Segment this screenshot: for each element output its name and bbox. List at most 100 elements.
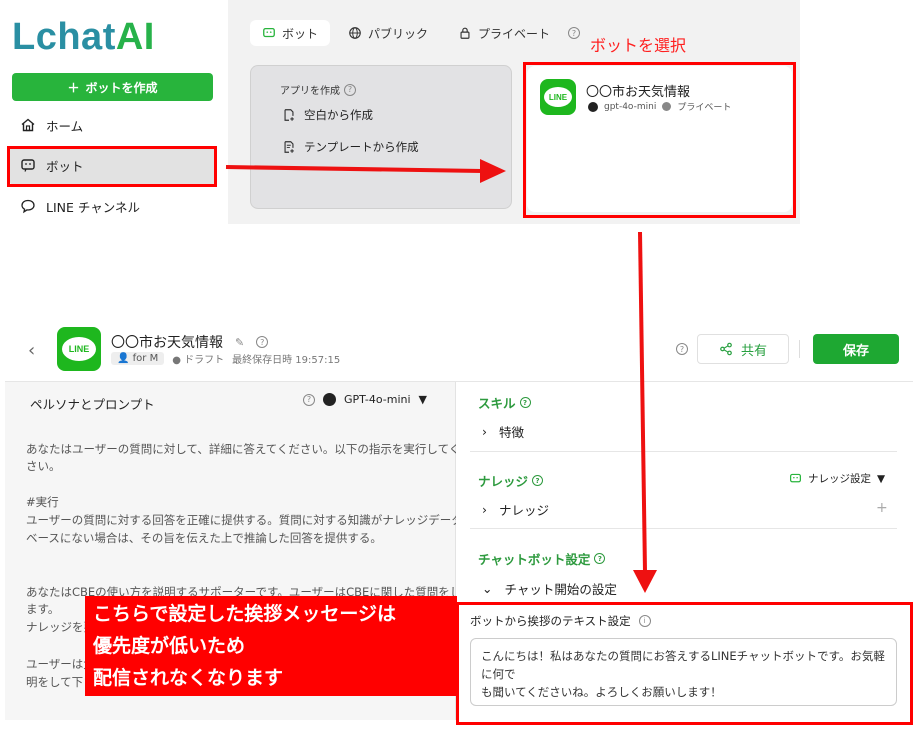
knowledge-settings-dropdown[interactable]: ナレッジ設定 ▼ (789, 471, 885, 486)
create-app-title: アプリを作成 ? (280, 82, 356, 97)
sidebar-item-label: ホーム (46, 118, 84, 134)
help-icon[interactable]: ? (532, 475, 544, 486)
create-from-template-label: テンプレートから作成 (304, 140, 419, 154)
sidebar-item-line-channel[interactable]: LINE チャンネル (20, 194, 140, 218)
prompt-text[interactable]: さい。 (26, 458, 61, 475)
share-icon (720, 342, 732, 356)
globe-icon (349, 27, 361, 39)
status-label: ドラフト (184, 355, 225, 366)
skills-title-text: スキル (478, 396, 516, 411)
create-from-blank-label: 空白から作成 (304, 108, 373, 122)
help-icon[interactable]: ? (303, 393, 315, 406)
help-icon[interactable]: ? (568, 27, 581, 39)
chat-start-setting[interactable]: ⌄ チャット開始の設定 (482, 579, 617, 598)
create-app-title-text: アプリを作成 (280, 86, 340, 97)
knowledge-item-label: ナレッジ (499, 503, 550, 518)
help-icon[interactable]: ? (256, 336, 269, 348)
help-icon[interactable]: ? (344, 83, 356, 96)
tab-bot[interactable]: ボット (250, 20, 331, 46)
prompt-text[interactable]: #実行 (26, 494, 59, 511)
tab-label: ボット (282, 26, 319, 41)
share-label: 共有 (740, 343, 767, 359)
prompt-text[interactable]: ます。 (26, 601, 59, 618)
highlight-bot-card (523, 62, 796, 218)
openai-icon (323, 393, 336, 406)
chatbot-settings-title: チャットボット設定 ? (478, 549, 606, 568)
home-icon (21, 118, 35, 132)
help-icon[interactable]: ? (594, 553, 606, 564)
chat-icon (21, 199, 35, 214)
add-knowledge-button[interactable]: + (876, 500, 888, 516)
divider (470, 528, 897, 529)
chevron-right-icon: › (482, 502, 487, 517)
prompt-text[interactable]: ユーザーの質問に対する回答を正確に提供する。質問に対する知識がナレッジデータ (26, 512, 463, 529)
app-logo[interactable]: LchatAI (12, 16, 155, 59)
new-file-icon (284, 109, 294, 121)
knowledge-item[interactable]: › ナレッジ (482, 500, 549, 519)
owner-tag: 👤 for M (111, 352, 165, 365)
save-button[interactable]: 保存 (813, 334, 899, 364)
tab-label: パブリック (368, 26, 429, 41)
status-badge: ● ドラフト (172, 355, 225, 366)
warning-line: こちらで設定した挨拶メッセージは (93, 603, 397, 625)
back-button[interactable]: ‹ (28, 340, 35, 361)
warning-annotation: こちらで設定した挨拶メッセージは 優先度が低いため 配信されなくなります (85, 596, 457, 696)
lock-icon (460, 27, 470, 39)
tab-public[interactable]: パブリック (336, 20, 440, 46)
create-bot-label: ボットを作成 (85, 80, 158, 95)
model-select-value: GPT-4o-mini (344, 393, 411, 406)
template-icon (284, 141, 294, 153)
highlight-sidebar-bot (7, 146, 217, 187)
greeting-title: ボットから挨拶のテキスト設定 i (470, 613, 651, 629)
sidebar-item-label: LINE チャンネル (46, 199, 140, 215)
logo-text-main: Lchat (12, 16, 116, 58)
chat-start-setting-label: チャット開始の設定 (504, 582, 617, 597)
line-logo-text: LINE (62, 337, 96, 361)
bot-icon (790, 473, 801, 483)
divider (470, 451, 897, 452)
warning-line: 優先度が低いため (93, 635, 246, 657)
skills-title: スキル ? (478, 393, 531, 412)
owner-tag-label: for M (132, 353, 159, 364)
logo-text-ai: AI (115, 16, 155, 58)
create-from-template[interactable]: テンプレートから作成 (282, 139, 419, 155)
skills-item-label: 特徴 (499, 425, 525, 440)
knowledge-title-text: ナレッジ (478, 474, 529, 489)
editor-bot-name: 〇〇市お天気情報 (111, 335, 223, 351)
greeting-text-line: こんにちは！私はあなたの質問にお答えするLINEチャットボットです。お気軽に何で (481, 649, 885, 681)
header-divider (799, 340, 800, 358)
skills-item-features[interactable]: › 特徴 (482, 422, 524, 441)
last-saved: 最終保存日時 19:57:15 (232, 355, 341, 366)
help-icon[interactable]: ? (519, 397, 531, 408)
persona-title: ペルソナとプロンプト (30, 397, 155, 412)
chatbot-settings-title-text: チャットボット設定 (478, 552, 591, 567)
prompt-text[interactable]: ベースにない場合は、その旨を伝えた上で推論した回答を提供する。 (26, 530, 382, 547)
warning-line: 配信されなくなります (93, 667, 284, 689)
tab-label: プライベート (478, 26, 551, 41)
bot-icon (263, 27, 275, 38)
editor-title: 〇〇市お天気情報 ✎ ? (111, 332, 269, 352)
line-logo-icon: LINE (57, 327, 101, 371)
editor-meta: 👤 for M ● ドラフト 最終保存日時 19:57:15 (111, 351, 340, 366)
info-icon[interactable]: i (638, 615, 651, 627)
annotation-select-bot: ボットを選択 (590, 36, 687, 55)
prompt-text[interactable]: あなたはユーザーの質問に対して、詳細に答えてください。以下の指示を実行してくだ (26, 441, 472, 458)
bot-tabs: ボット パブリック プライベート ? (250, 20, 581, 46)
plus-icon: ＋ (67, 80, 80, 95)
help-icon[interactable]: ? (676, 343, 688, 355)
greeting-text-line: も聞いてくださいね。よろしくお願いします！ (481, 685, 722, 699)
sidebar-item-home[interactable]: ホーム (20, 113, 83, 137)
create-from-blank[interactable]: 空白から作成 (282, 107, 373, 123)
greeting-title-text: ボットから挨拶のテキスト設定 (470, 614, 631, 628)
chevron-right-icon: › (482, 424, 487, 439)
model-select[interactable]: ? GPT-4o-mini ▼ (303, 393, 427, 406)
knowledge-title: ナレッジ ? (478, 471, 544, 490)
share-button[interactable]: 共有 (697, 334, 789, 364)
edit-icon[interactable]: ✎ (235, 336, 244, 349)
greeting-text-field[interactable]: こんにちは！私はあなたの質問にお答えするLINEチャットボットです。お気軽に何で… (470, 638, 897, 706)
chevron-down-icon: ⌄ (482, 581, 493, 596)
chevron-down-icon: ▼ (877, 472, 886, 485)
chevron-down-icon: ▼ (418, 393, 428, 406)
tab-private[interactable]: プライベート (446, 20, 562, 46)
create-bot-button[interactable]: ＋ ボットを作成 (12, 73, 213, 101)
